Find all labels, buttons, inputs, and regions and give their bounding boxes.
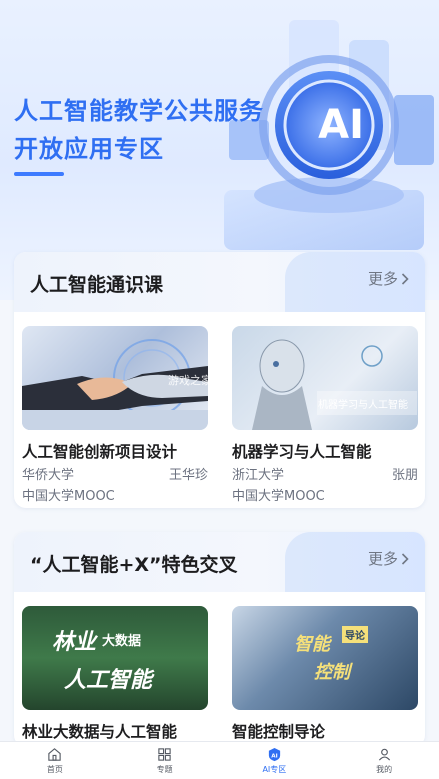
hero-title-line2: 开放应用专区 (14, 135, 164, 163)
course-thumbnail: 智能 控制 导论 (232, 606, 418, 710)
tab-label: 我的 (376, 764, 393, 774)
thumbnail-text: 控制 (314, 662, 350, 683)
tab-ai-zone[interactable]: AI AI专区 (220, 742, 330, 779)
more-button[interactable]: 更多 (368, 268, 409, 289)
user-icon (378, 748, 390, 761)
course-teacher: 张朋 (391, 468, 418, 483)
section-ai-plus-x: “人工智能+X”特色交叉 更多 林业 大数据 人工智能 林业大数据与人工智能 智… (14, 532, 425, 747)
course-platform: 中国大学MOOC (232, 489, 325, 504)
course-title: 人工智能创新项目设计 (22, 443, 178, 461)
chevron-right-icon (401, 552, 409, 565)
thumbnail-caption: 机器学习与人工智能 (318, 400, 408, 411)
grid-icon (158, 747, 171, 761)
course-thumbnail: 林业 大数据 人工智能 (22, 606, 208, 710)
more-label: 更多 (367, 550, 398, 568)
course-university: 浙江大学 (232, 468, 285, 483)
course-title: 机器学习与人工智能 (232, 443, 372, 461)
section-header: 人工智能通识课 更多 (14, 252, 425, 312)
ai-badge-text: AI (318, 102, 364, 148)
section-title: “人工智能+X”特色交叉 (30, 554, 238, 576)
watermark: 游戏之家 (168, 374, 212, 387)
tab-home[interactable]: 首页 (0, 742, 110, 779)
thumbnail-badge: 导论 (342, 626, 368, 643)
thumbnail-text: 人工智能 (64, 668, 153, 693)
course-card[interactable]: 林业 大数据 人工智能 林业大数据与人工智能 (22, 606, 208, 742)
section-title: 人工智能通识课 (30, 274, 164, 296)
course-card[interactable]: 人工智能创新项目设计 华侨大学 王华珍 中国大学MOOC (22, 326, 208, 504)
course-card[interactable]: 智能 控制 导论 智能控制导论 (232, 606, 418, 742)
thumbnail-text: 大数据 (102, 634, 142, 649)
chevron-right-icon (401, 272, 409, 285)
course-teacher: 王华珍 (168, 468, 208, 483)
thumbnail-text: 智能 (294, 634, 330, 655)
tab-label: 首页 (46, 764, 63, 774)
svg-text:AI: AI (271, 753, 277, 759)
more-button[interactable]: 更多 (368, 548, 409, 569)
tab-topics[interactable]: 专题 (110, 742, 220, 779)
robot-image (252, 339, 417, 430)
course-university: 华侨大学 (22, 468, 75, 483)
bottom-tab-bar: 首页 专题 AI AI专区 我的 (0, 741, 439, 779)
course-title: 智能控制导论 (232, 723, 326, 741)
ai-shield-icon: AI (268, 747, 280, 761)
more-label: 更多 (367, 270, 398, 288)
tab-label: AI专区 (262, 764, 287, 774)
hero-title-line1: 人工智能教学公共服务 (14, 97, 264, 125)
thumbnail-text: 林业 (52, 630, 97, 655)
tab-label: 专题 (156, 764, 173, 774)
home-icon (48, 747, 62, 761)
tab-mine[interactable]: 我的 (329, 742, 439, 779)
hero-underline (14, 172, 64, 176)
section-header: “人工智能+X”特色交叉 更多 (14, 532, 425, 592)
course-title: 林业大数据与人工智能 (22, 723, 178, 741)
hero-title: 人工智能教学公共服务 开放应用专区 (14, 92, 264, 168)
course-platform: 中国大学MOOC (22, 489, 115, 504)
course-card[interactable]: 机器学习与人工智能 机器学习与人工智能 浙江大学 张朋 中国大学MOOC (232, 326, 418, 504)
section-ai-general-courses: 人工智能通识课 更多 人工智能创新项目设计 华侨大学 王华珍 中国大学MOOC (14, 252, 425, 508)
course-thumbnail: 机器学习与人工智能 (232, 326, 418, 430)
